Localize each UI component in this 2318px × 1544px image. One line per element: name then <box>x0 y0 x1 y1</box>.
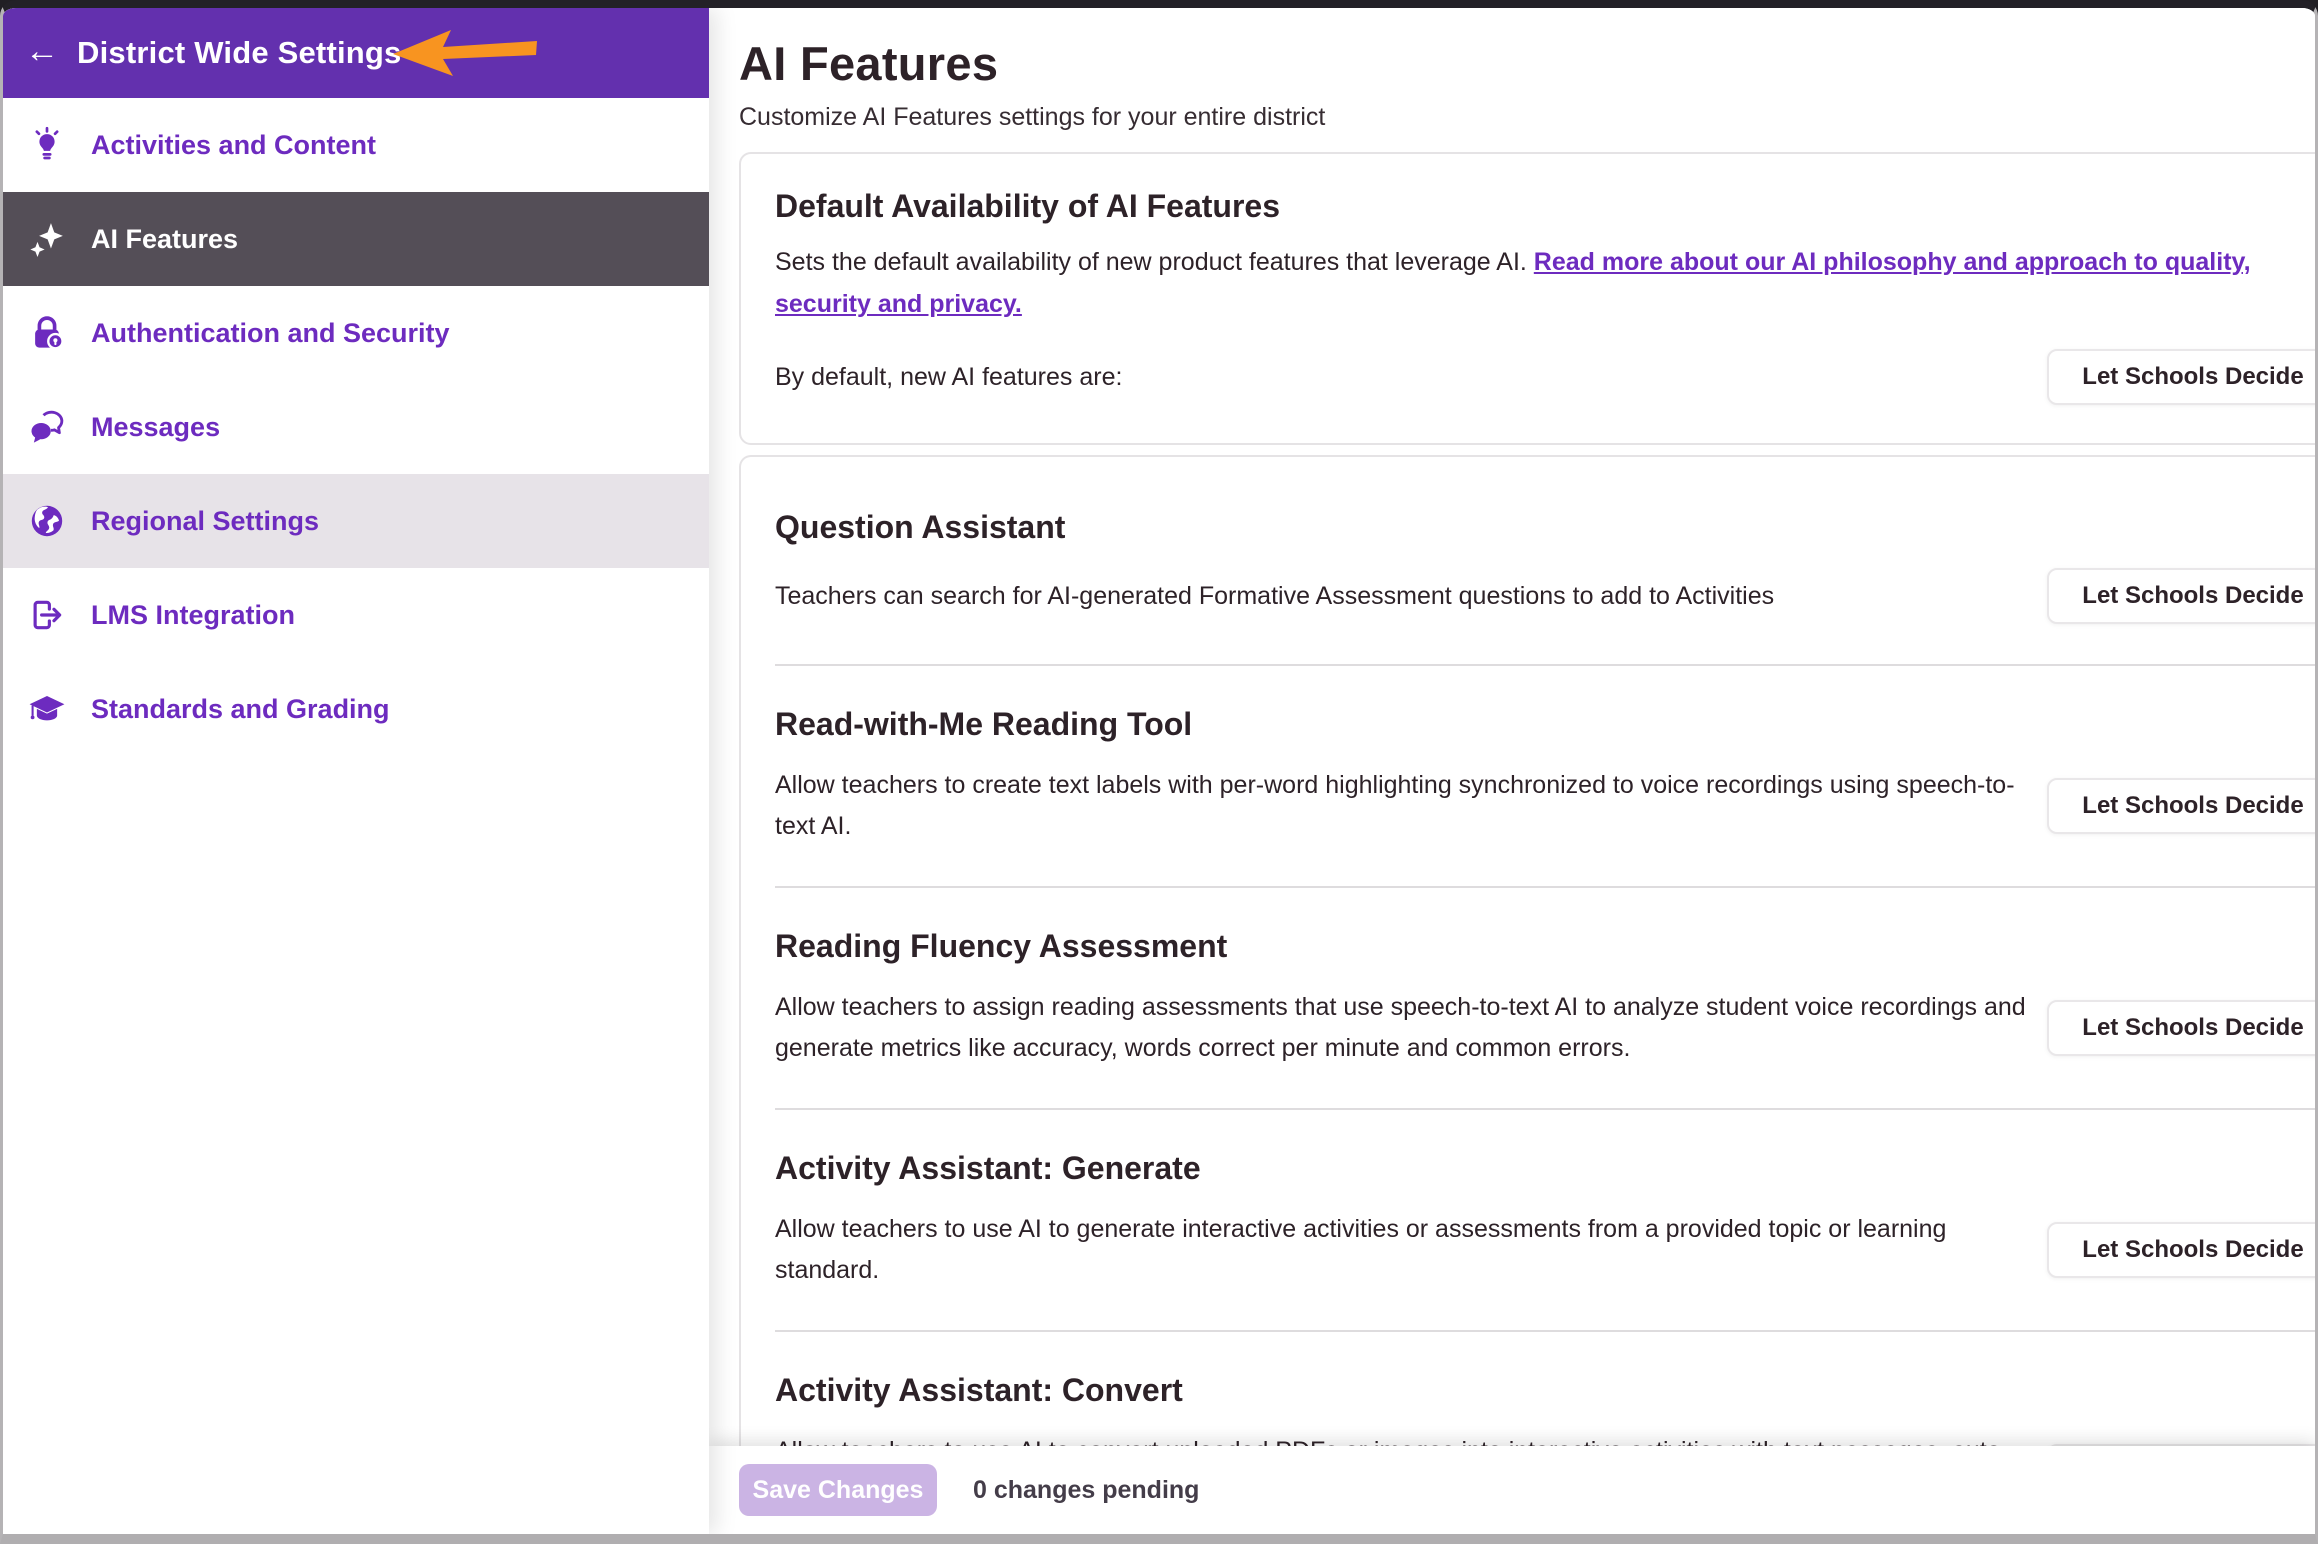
sidebar-item-lms-integration[interactable]: LMS Integration <box>3 568 709 662</box>
sidebar-item-label: Regional Settings <box>91 506 319 537</box>
chat-bubbles-icon <box>27 407 67 447</box>
sidebar-header: ← District Wide Settings <box>3 8 709 98</box>
feature-description: Allow teachers to use AI to generate int… <box>775 1209 2047 1290</box>
sidebar-item-label: LMS Integration <box>91 600 295 631</box>
sidebar-item-label: Activities and Content <box>91 130 376 161</box>
feature-dropdown-read-with-me-reading-tool[interactable]: Let Schools Decide <box>2047 778 2315 834</box>
sidebar-nav: Activities and Content AI Features Authe… <box>3 98 709 756</box>
back-arrow-icon[interactable]: ← <box>25 34 59 68</box>
page-subtitle: Customize AI Features settings for your … <box>739 103 2315 132</box>
sidebar-title: District Wide Settings <box>77 35 402 71</box>
sparkles-icon <box>27 219 67 259</box>
main-content: AI Features Customize AI Features settin… <box>709 8 2315 1534</box>
save-changes-button[interactable]: Save Changes <box>739 1464 937 1516</box>
feature-description: Teachers can search for AI-generated For… <box>775 576 2047 617</box>
feature-section-reading-fluency-assessment: Reading Fluency Assessment Allow teacher… <box>775 888 2315 1110</box>
feature-description: Allow teachers to create text labels wit… <box>775 765 2047 846</box>
feature-heading: Question Assistant <box>775 509 2315 546</box>
feature-section-read-with-me-reading-tool: Read-with-Me Reading Tool Allow teachers… <box>775 666 2315 888</box>
feature-dropdown-activity-assistant-generate[interactable]: Let Schools Decide <box>2047 1222 2315 1278</box>
sidebar-item-messages[interactable]: Messages <box>3 380 709 474</box>
default-availability-dropdown[interactable]: Let Schools Decide <box>2047 349 2315 405</box>
feature-heading: Read-with-Me Reading Tool <box>775 706 2315 743</box>
feature-description: Allow teachers to assign reading assessm… <box>775 987 2047 1068</box>
sidebar-item-label: Authentication and Security <box>91 318 450 349</box>
feature-section-activity-assistant-generate: Activity Assistant: Generate Allow teach… <box>775 1110 2315 1332</box>
feature-heading: Activity Assistant: Generate <box>775 1150 2315 1187</box>
sidebar-item-regional-settings[interactable]: Regional Settings <box>3 474 709 568</box>
default-setting-row: By default, new AI features are: Let Sch… <box>775 349 2315 405</box>
app-window: AI Features Customize AI Features settin… <box>0 0 2318 1544</box>
graduation-cap-icon <box>27 689 67 729</box>
sidebar: ← District Wide Settings Activities and … <box>3 8 709 1534</box>
default-setting-label: By default, new AI features are: <box>775 363 2047 392</box>
default-availability-heading: Default Availability of AI Features <box>775 188 2315 225</box>
page-title: AI Features <box>739 36 2315 91</box>
feature-heading: Reading Fluency Assessment <box>775 928 2315 965</box>
sidebar-item-authentication-and-security[interactable]: Authentication and Security <box>3 286 709 380</box>
changes-pending-status: 0 changes pending <box>973 1476 1199 1505</box>
feature-dropdown-question-assistant[interactable]: Let Schools Decide <box>2047 568 2315 624</box>
feature-heading: Activity Assistant: Convert <box>775 1372 2315 1409</box>
sidebar-item-standards-and-grading[interactable]: Standards and Grading <box>3 662 709 756</box>
lock-icon <box>27 313 67 353</box>
ai-features-card: Question Assistant Teachers can search f… <box>739 455 2315 1534</box>
default-availability-card: Default Availability of AI Features Sets… <box>739 152 2315 445</box>
globe-icon <box>27 501 67 541</box>
default-availability-description: Sets the default availability of new pro… <box>775 241 2295 325</box>
sidebar-item-activities-and-content[interactable]: Activities and Content <box>3 98 709 192</box>
export-icon <box>27 595 67 635</box>
lightbulb-icon <box>27 125 67 165</box>
sidebar-item-ai-features[interactable]: AI Features <box>3 192 709 286</box>
feature-dropdown-reading-fluency-assessment[interactable]: Let Schools Decide <box>2047 1000 2315 1056</box>
sidebar-item-label: AI Features <box>91 224 238 255</box>
feature-section-question-assistant: Question Assistant Teachers can search f… <box>775 469 2315 666</box>
description-text: Sets the default availability of new pro… <box>775 248 1534 276</box>
footer-bar: Save Changes 0 changes pending <box>709 1446 2315 1534</box>
sidebar-item-label: Messages <box>91 412 220 443</box>
annotation-arrow <box>391 28 539 78</box>
sidebar-item-label: Standards and Grading <box>91 694 390 725</box>
